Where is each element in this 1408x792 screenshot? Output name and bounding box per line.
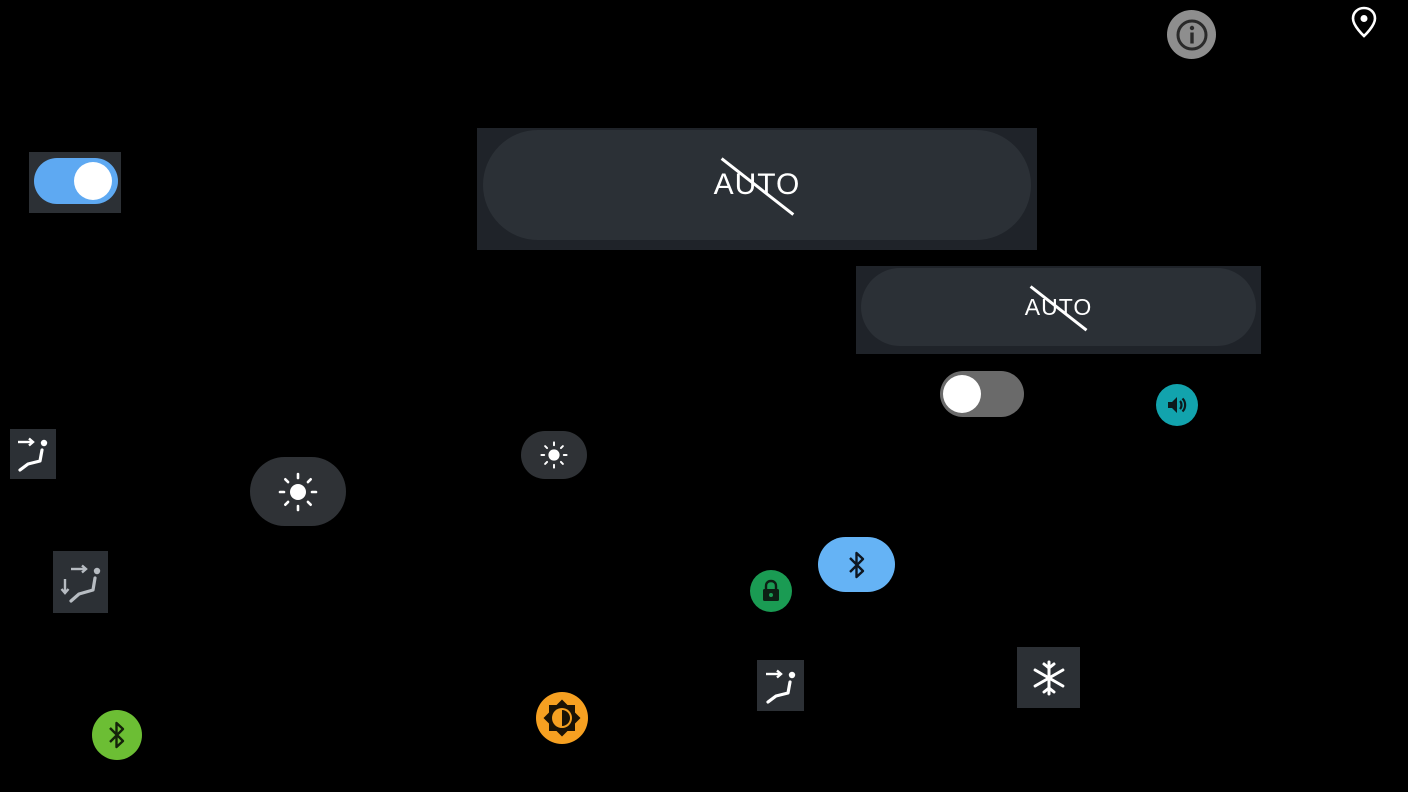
seat-airflow-icon [765, 669, 795, 704]
toggle-knob [943, 375, 981, 413]
bluetooth-button[interactable] [92, 710, 142, 760]
location-button[interactable] [1350, 6, 1378, 38]
auto-brightness-icon [543, 699, 581, 737]
seat-airflow-down-icon [60, 564, 100, 603]
seat-airflow-icon [18, 437, 48, 472]
lock-button[interactable] [750, 570, 792, 612]
auto-off-label: AUTO [714, 157, 801, 216]
ac-button[interactable] [1017, 647, 1080, 708]
toggle-switch-off[interactable] [940, 371, 1024, 417]
bluetooth-icon [109, 721, 125, 749]
volume-button[interactable] [1156, 384, 1198, 426]
info-icon [1176, 19, 1207, 50]
seat-airflow-button[interactable] [757, 660, 804, 711]
brightness-icon [278, 472, 318, 511]
auto-panel-small: AUTO [856, 266, 1261, 354]
auto-off-button-small[interactable]: AUTO [861, 268, 1256, 346]
seat-airflow-button[interactable] [10, 429, 56, 479]
brightness-button-small[interactable] [521, 431, 587, 479]
volume-icon [1168, 397, 1187, 413]
brightness-icon [540, 441, 568, 469]
bluetooth-button[interactable] [818, 537, 895, 592]
auto-off-button-large[interactable]: AUTO [483, 130, 1031, 240]
toggle-switch-on[interactable] [34, 158, 118, 204]
info-button[interactable] [1167, 10, 1216, 59]
bluetooth-icon [848, 551, 864, 578]
brightness-button-large[interactable] [250, 457, 346, 526]
toggle-knob [74, 162, 112, 200]
location-pin-icon [1351, 6, 1377, 38]
toggle-container [29, 152, 121, 213]
lock-icon [763, 579, 779, 601]
auto-panel-large: AUTO [477, 128, 1037, 250]
snowflake-icon [1033, 660, 1064, 695]
auto-off-label: AUTO [1025, 285, 1092, 332]
auto-brightness-button[interactable] [536, 692, 588, 744]
seat-airflow-down-button[interactable] [53, 551, 108, 613]
